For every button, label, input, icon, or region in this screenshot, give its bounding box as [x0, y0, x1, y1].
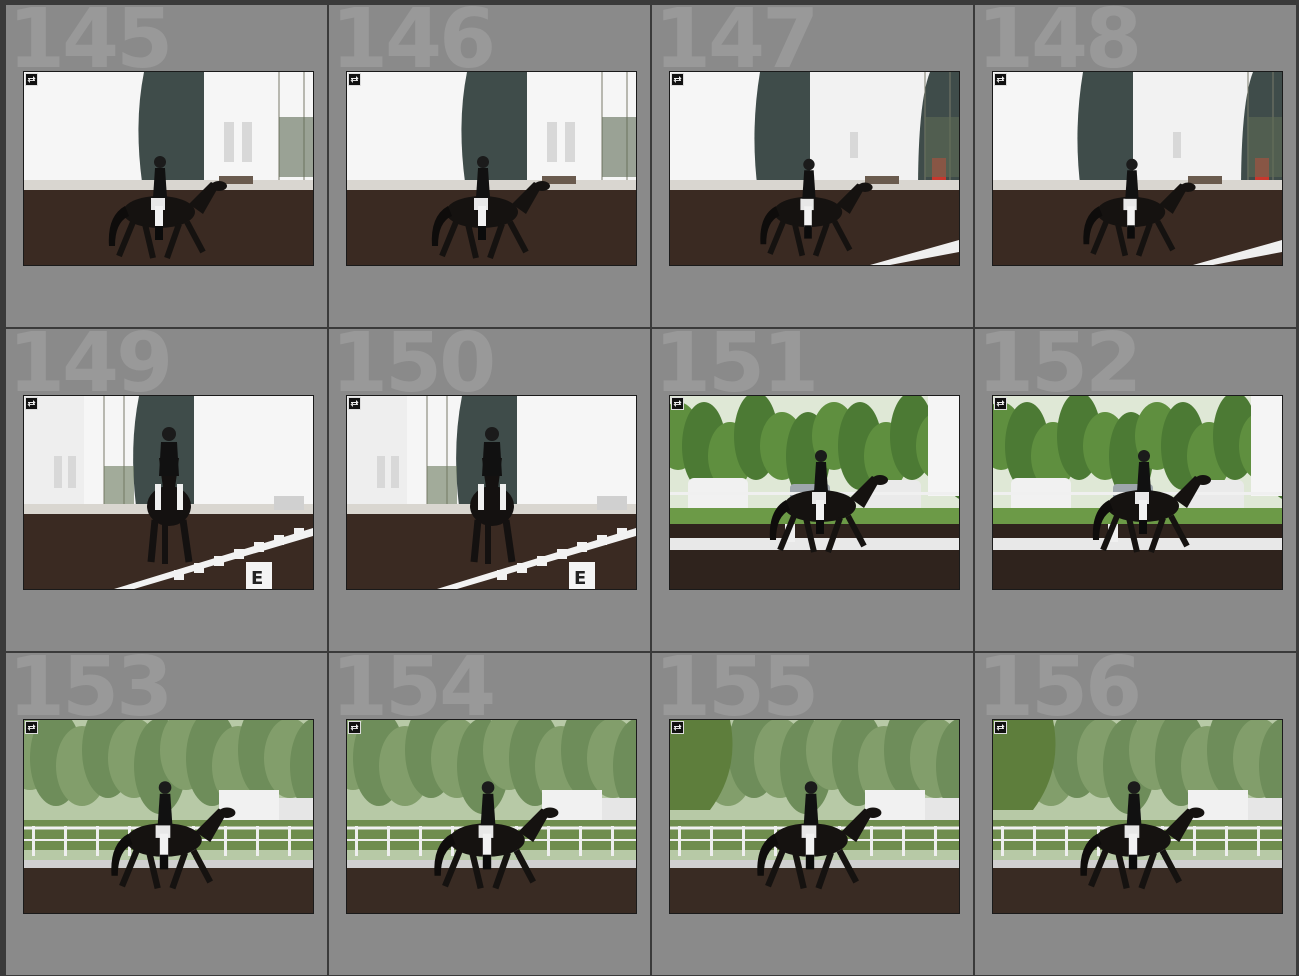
- photo-thumbnail[interactable]: [346, 71, 637, 266]
- photo-thumbnail[interactable]: [346, 719, 637, 914]
- photo-thumbnail[interactable]: [23, 71, 314, 266]
- photo-thumbnail[interactable]: [669, 395, 960, 590]
- sync-arrows-icon[interactable]: [25, 397, 38, 410]
- photo-index-number: 152: [977, 329, 1142, 411]
- photo-index-number: 153: [8, 653, 173, 735]
- photo-cell[interactable]: 153: [6, 653, 327, 975]
- filmstrip-grid: 145 146 147 148 149 E 150 E 151 152 153 …: [0, 0, 1299, 976]
- sync-arrows-icon[interactable]: [348, 397, 361, 410]
- photo-cell[interactable]: 151: [652, 329, 973, 651]
- photo-thumbnail[interactable]: [23, 719, 314, 914]
- photo-cell[interactable]: 147: [652, 5, 973, 327]
- svg-text:E: E: [251, 568, 263, 589]
- photo-index-number: 149: [8, 329, 173, 411]
- photo-thumbnail[interactable]: E: [23, 395, 314, 590]
- sync-arrows-icon[interactable]: [671, 721, 684, 734]
- photo-index-number: 154: [331, 653, 496, 735]
- sync-arrows-icon[interactable]: [994, 397, 1007, 410]
- photo-index-number: 148: [977, 5, 1142, 87]
- photo-cell[interactable]: 148: [975, 5, 1296, 327]
- photo-cell[interactable]: 152: [975, 329, 1296, 651]
- photo-cell[interactable]: 145: [6, 5, 327, 327]
- sync-arrows-icon[interactable]: [671, 397, 684, 410]
- sync-arrows-icon[interactable]: [25, 721, 38, 734]
- photo-thumbnail[interactable]: [669, 71, 960, 266]
- photo-index-number: 145: [8, 5, 173, 87]
- svg-text:E: E: [574, 568, 586, 589]
- photo-cell[interactable]: 156: [975, 653, 1296, 975]
- photo-index-number: 147: [654, 5, 819, 87]
- photo-cell[interactable]: 154: [329, 653, 650, 975]
- photo-cell[interactable]: 155: [652, 653, 973, 975]
- sync-arrows-icon[interactable]: [994, 721, 1007, 734]
- sync-arrows-icon[interactable]: [348, 73, 361, 86]
- photo-thumbnail[interactable]: [992, 719, 1283, 914]
- photo-cell[interactable]: 149 E: [6, 329, 327, 651]
- photo-index-number: 151: [654, 329, 819, 411]
- sync-arrows-icon[interactable]: [994, 73, 1007, 86]
- photo-index-number: 156: [977, 653, 1142, 735]
- photo-cell[interactable]: 150 E: [329, 329, 650, 651]
- photo-thumbnail[interactable]: E: [346, 395, 637, 590]
- photo-thumbnail[interactable]: [992, 395, 1283, 590]
- photo-index-number: 146: [331, 5, 496, 87]
- photo-index-number: 155: [654, 653, 819, 735]
- photo-thumbnail[interactable]: [669, 719, 960, 914]
- photo-thumbnail[interactable]: [992, 71, 1283, 266]
- sync-arrows-icon[interactable]: [671, 73, 684, 86]
- sync-arrows-icon[interactable]: [25, 73, 38, 86]
- photo-cell[interactable]: 146: [329, 5, 650, 327]
- sync-arrows-icon[interactable]: [348, 721, 361, 734]
- photo-index-number: 150: [331, 329, 496, 411]
